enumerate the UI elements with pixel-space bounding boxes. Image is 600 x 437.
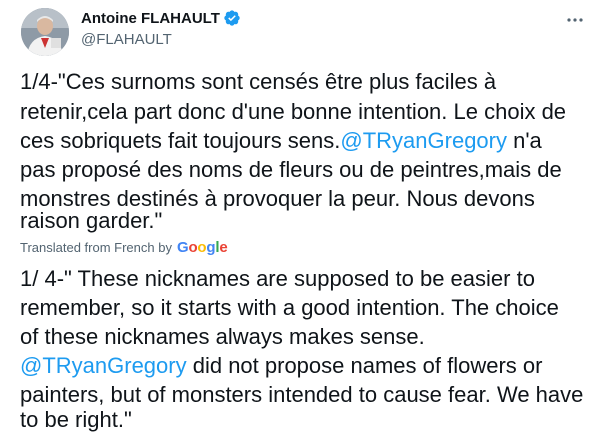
original-text-line-2: retenir,cela part donc d'une bonne inten… xyxy=(20,99,567,124)
avatar[interactable] xyxy=(21,8,69,56)
original-text-line-3-start: ces sobriquets fait toujours sens. xyxy=(20,128,341,153)
translated-text-line-2: remember, so it starts with a good inten… xyxy=(20,295,559,320)
author-name-row: Antoine FLAHAULT xyxy=(81,9,241,27)
profile-photo xyxy=(21,8,69,56)
translated-text-line-4: @TRyanGregory did not propose names of f… xyxy=(20,351,542,380)
google-logo-letter: g xyxy=(206,239,216,256)
author-name[interactable]: Antoine FLAHAULT xyxy=(81,10,220,27)
original-text-line-6: raison garder." xyxy=(20,208,163,233)
google-logo-letter: G xyxy=(176,239,189,256)
original-text-line-1: 1/4-"Ces surnoms sont censés être plus f… xyxy=(20,69,497,94)
translated-text-line-3: of these nicknames always makes sense. xyxy=(20,324,425,349)
translation-label: Translated from French by xyxy=(20,240,172,255)
original-text-line-3: ces sobriquets fait toujours sens.@TRyan… xyxy=(20,126,542,155)
google-logo-letter: e xyxy=(219,239,228,256)
translated-text-line-6: to be right." xyxy=(20,407,132,432)
google-logo[interactable]: Google xyxy=(177,239,228,256)
more-horizontal-icon[interactable] xyxy=(566,11,584,27)
original-text-line-4: pas proposé des noms de fleurs ou de pei… xyxy=(20,157,562,182)
verified-badge-icon xyxy=(223,9,241,27)
mention-link[interactable]: @TRyanGregory xyxy=(20,353,187,378)
translation-attribution: Translated from French by Google xyxy=(20,239,228,256)
author-handle[interactable]: @FLAHAULT xyxy=(81,31,172,48)
translated-text-line-1: 1/ 4-" These nicknames are supposed to b… xyxy=(20,266,535,291)
translated-text-line-4-end: did not propose names of flowers or xyxy=(186,353,543,378)
original-text-line-3-end: n'a xyxy=(507,128,542,153)
mention-link[interactable]: @TRyanGregory xyxy=(340,128,507,153)
